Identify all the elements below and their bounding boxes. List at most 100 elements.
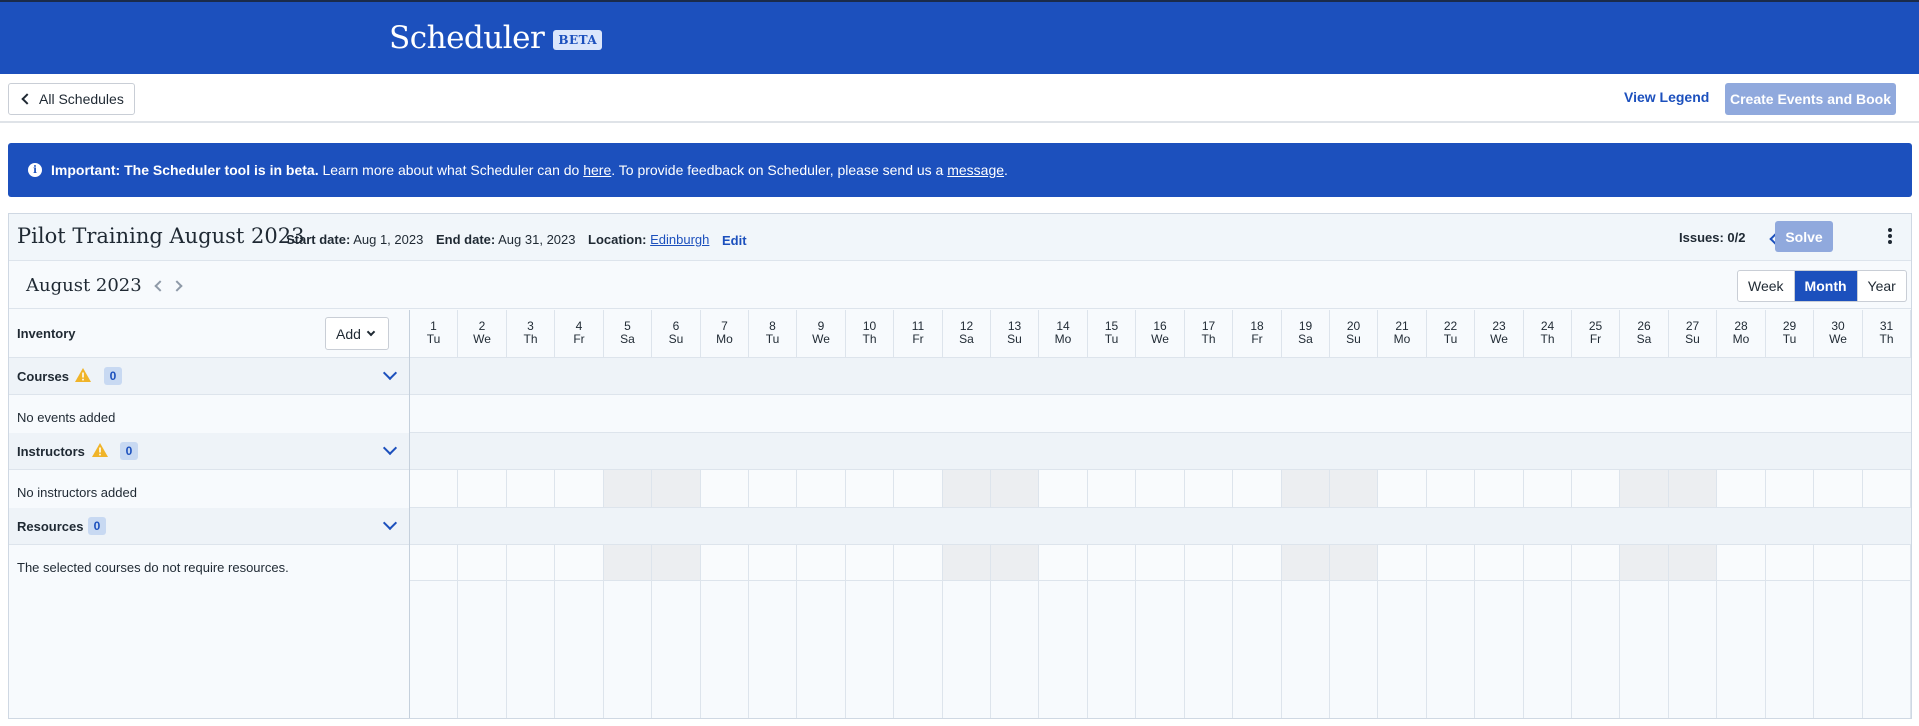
- resource-day-cell[interactable]: [1475, 545, 1524, 581]
- resource-day-cell[interactable]: [1185, 545, 1233, 581]
- banner-message-link[interactable]: message: [947, 162, 1004, 178]
- create-events-button[interactable]: Create Events and Book: [1725, 83, 1896, 115]
- banner-here-link[interactable]: here: [583, 162, 611, 178]
- banner-text-3: .: [1004, 162, 1008, 178]
- month-label: August 2023: [26, 275, 142, 296]
- instructor-day-cell[interactable]: [846, 470, 894, 508]
- instructor-day-cell[interactable]: [797, 470, 846, 508]
- day-header: 9 We: [797, 310, 846, 358]
- resource-day-cell[interactable]: [1330, 545, 1378, 581]
- resource-day-cell[interactable]: [1766, 545, 1814, 581]
- instructor-day-cell[interactable]: [894, 470, 943, 508]
- location-link[interactable]: Edinburgh: [650, 232, 709, 247]
- day-header: 1 Tu: [410, 310, 458, 358]
- resource-day-cell[interactable]: [458, 545, 507, 581]
- resource-day-cell[interactable]: [749, 545, 797, 581]
- edit-link[interactable]: Edit: [722, 233, 747, 248]
- more-options-icon[interactable]: [1885, 228, 1895, 246]
- resource-day-cell[interactable]: [991, 545, 1039, 581]
- instructor-day-cell[interactable]: [1088, 470, 1136, 508]
- day-header: 28 Mo: [1717, 310, 1766, 358]
- resource-day-cell[interactable]: [1572, 545, 1620, 581]
- instructor-day-cell[interactable]: [1814, 470, 1863, 508]
- next-month-icon[interactable]: [171, 280, 183, 292]
- resource-day-cell[interactable]: [507, 545, 555, 581]
- resource-day-cell[interactable]: [701, 545, 749, 581]
- instructor-day-cell[interactable]: [1039, 470, 1088, 508]
- resource-day-cell[interactable]: [1039, 545, 1088, 581]
- instructor-day-cell[interactable]: [1233, 470, 1282, 508]
- instructor-day-cell[interactable]: [507, 470, 555, 508]
- resource-day-cell[interactable]: [1669, 545, 1717, 581]
- courses-section-header[interactable]: Courses 0: [9, 358, 409, 395]
- instructor-day-cell[interactable]: [1330, 470, 1378, 508]
- instructor-day-cell[interactable]: [1378, 470, 1427, 508]
- instructor-day-cell[interactable]: [1524, 470, 1572, 508]
- add-dropdown-button[interactable]: Add: [325, 317, 389, 350]
- resource-day-cell[interactable]: [1233, 545, 1282, 581]
- banner-text-1: Learn more about what Scheduler can do: [318, 162, 584, 178]
- instructor-day-cell[interactable]: [1282, 470, 1330, 508]
- resource-day-cell[interactable]: [894, 545, 943, 581]
- instructor-day-cell[interactable]: [458, 470, 507, 508]
- prev-month-icon[interactable]: [154, 280, 166, 292]
- instructor-day-cell[interactable]: [1717, 470, 1766, 508]
- instructors-section-header[interactable]: Instructors 0: [9, 433, 409, 470]
- view-week-button[interactable]: Week: [1738, 271, 1794, 301]
- resource-day-cell[interactable]: [555, 545, 604, 581]
- all-schedules-button[interactable]: All Schedules: [8, 83, 135, 115]
- resource-day-cell[interactable]: [1620, 545, 1669, 581]
- resources-section-header[interactable]: Resources 0: [9, 508, 409, 545]
- resource-day-cell[interactable]: [943, 545, 991, 581]
- resource-day-cell[interactable]: [1814, 545, 1863, 581]
- courses-collapse-icon[interactable]: [382, 365, 398, 381]
- day-header: 16 We: [1136, 310, 1185, 358]
- instructor-day-cell[interactable]: [991, 470, 1039, 508]
- resource-day-cell[interactable]: [652, 545, 701, 581]
- instructor-day-cell[interactable]: [701, 470, 749, 508]
- resource-day-cell[interactable]: [1427, 545, 1475, 581]
- instructor-day-cell[interactable]: [555, 470, 604, 508]
- day-header: 7 Mo: [701, 310, 749, 358]
- instructor-day-cell[interactable]: [1185, 470, 1233, 508]
- resource-day-cell[interactable]: [1282, 545, 1330, 581]
- resource-day-cell[interactable]: [1863, 545, 1911, 581]
- instructor-day-cell[interactable]: [1863, 470, 1911, 508]
- day-header: 10 Th: [846, 310, 894, 358]
- resource-day-cell[interactable]: [797, 545, 846, 581]
- day-header: 24 Th: [1524, 310, 1572, 358]
- instructor-day-cell[interactable]: [604, 470, 652, 508]
- resource-day-cell[interactable]: [410, 545, 458, 581]
- resource-day-cell[interactable]: [1136, 545, 1185, 581]
- column-line: [1863, 581, 1911, 718]
- column-line: [1620, 581, 1669, 718]
- instructor-day-cell[interactable]: [1475, 470, 1524, 508]
- view-legend-link[interactable]: View Legend: [1624, 89, 1709, 105]
- instructor-day-cell[interactable]: [652, 470, 701, 508]
- instructor-day-cell[interactable]: [1669, 470, 1717, 508]
- location-label: Location:: [588, 232, 647, 247]
- instructor-day-cell[interactable]: [410, 470, 458, 508]
- resource-day-cell[interactable]: [1088, 545, 1136, 581]
- view-month-button[interactable]: Month: [1793, 271, 1857, 301]
- resource-day-cell[interactable]: [1524, 545, 1572, 581]
- instructor-day-cell[interactable]: [1427, 470, 1475, 508]
- resource-day-cell[interactable]: [604, 545, 652, 581]
- day-weekday: Fr: [573, 332, 585, 346]
- instructor-day-cell[interactable]: [1620, 470, 1669, 508]
- instructors-collapse-icon[interactable]: [382, 440, 398, 456]
- instructor-day-cell[interactable]: [943, 470, 991, 508]
- day-header: 27 Su: [1669, 310, 1717, 358]
- instructor-day-cell[interactable]: [1572, 470, 1620, 508]
- solve-button[interactable]: Solve: [1775, 221, 1833, 252]
- resource-day-cell[interactable]: [846, 545, 894, 581]
- instructor-day-cell[interactable]: [749, 470, 797, 508]
- banner-text-2: . To provide feedback on Scheduler, plea…: [611, 162, 948, 178]
- instructor-day-cell[interactable]: [1136, 470, 1185, 508]
- instructor-day-cell[interactable]: [1766, 470, 1814, 508]
- resource-day-cell[interactable]: [1378, 545, 1427, 581]
- resources-collapse-icon[interactable]: [382, 515, 398, 531]
- resource-day-cell[interactable]: [1717, 545, 1766, 581]
- day-weekday: Fr: [1251, 332, 1263, 346]
- view-year-button[interactable]: Year: [1856, 271, 1906, 301]
